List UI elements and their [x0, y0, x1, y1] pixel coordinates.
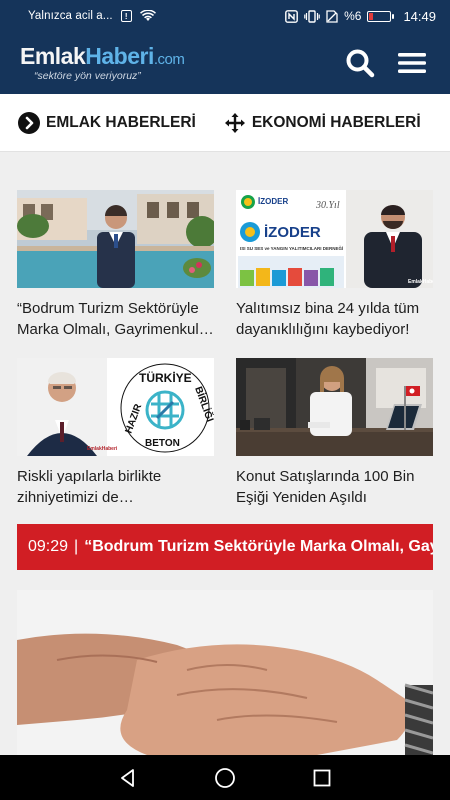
- search-icon: [346, 49, 375, 78]
- no-sim-icon: [326, 9, 338, 23]
- category-label: EKONOMİ HABERLERİ: [251, 113, 421, 131]
- app-header: EmlakHaberi.com “sektöre yön veriyoruz”: [0, 32, 450, 94]
- category-ekonomi[interactable]: EKONOMİ HABERLERİ: [224, 112, 421, 134]
- news-card-konut-satislari[interactable]: Konut Satışlarında 100 Bin Eşiği Yeniden…: [236, 358, 433, 508]
- article-title: “Bodrum Turizm Sektörüyle Marka Olmalı, …: [17, 300, 199, 338]
- article-title: Riskli yapılarla birlikte zihniyetimizi …: [17, 468, 162, 506]
- article-image: EmlakHaberi TÜRKİYE HAZIR BETON BİRLİĞİ: [17, 358, 214, 456]
- svg-text:EmlakHaberi: EmlakHaberi: [87, 446, 118, 452]
- news-card-izoder[interactable]: İZODER 30.Yıl İZODER ISI SU SES ve YANGI…: [236, 190, 433, 340]
- recents-square-icon: [313, 769, 331, 786]
- article-image: [17, 190, 214, 288]
- battery-icon: [367, 10, 395, 22]
- featured-article-image[interactable]: [17, 590, 433, 755]
- search-button[interactable]: [340, 43, 380, 83]
- clock: 14:49: [403, 8, 436, 24]
- logo-text-emlak: Emlak: [20, 42, 86, 69]
- article-title: Konut Satışlarında 100 Bin Eşiği Yeniden…: [236, 468, 415, 506]
- thb-arc-bottom-text: BETON: [145, 438, 180, 449]
- notification-badge-icon: !: [120, 10, 132, 22]
- logo-text-com: .com: [153, 50, 185, 68]
- category-nav: EMLAK HABERLERİ EKONOMİ HABERLERİ: [0, 94, 450, 152]
- thb-arc-top-text: TÜRKİYE: [139, 370, 192, 385]
- status-bar: Yalnızca acil a... ! %6 14:49: [0, 0, 450, 32]
- logo-text-haberi: Haberi: [85, 42, 154, 69]
- nfc-icon: [285, 9, 299, 23]
- battery-percent: %6: [344, 9, 362, 23]
- system-nav-bar: [0, 755, 450, 800]
- home-circle-icon: [215, 767, 235, 788]
- category-label: EMLAK HABERLERİ: [46, 113, 196, 131]
- vibrate-icon: [304, 9, 320, 23]
- ticker-time: 09:29: [28, 538, 69, 555]
- site-logo[interactable]: EmlakHaberi.com “sektöre yön veriyoruz”: [20, 42, 340, 82]
- breaking-news-ticker[interactable]: 09:29 | “Bodrum Turizm Sektörüyle Marka …: [17, 524, 433, 570]
- news-card-bodrum[interactable]: “Bodrum Turizm Sektörüyle Marka Olmalı, …: [17, 190, 214, 340]
- back-button[interactable]: [118, 768, 138, 788]
- izoder-subtitle-text: ISI SU SES ve YANGIN YALITIMCILARI DERNE…: [240, 244, 343, 251]
- recents-button[interactable]: [312, 768, 332, 788]
- izoder-anniversary-text: 30.Yıl: [315, 200, 340, 211]
- move-arrows-icon: [224, 112, 245, 133]
- menu-button[interactable]: [392, 43, 432, 83]
- ticker-separator: |: [74, 538, 79, 555]
- home-button[interactable]: [214, 767, 236, 789]
- article-image: İZODER 30.Yıl İZODER ISI SU SES ve YANGI…: [236, 190, 433, 288]
- news-card-riskli-yapilar[interactable]: EmlakHaberi TÜRKİYE HAZIR BETON BİRLİĞİ …: [17, 358, 214, 508]
- back-triangle-icon: [121, 768, 134, 787]
- article-title: Yalıtımsız bina 24 yılda tüm dayanıklılı…: [236, 300, 420, 338]
- hamburger-menu-icon: [398, 53, 426, 73]
- carrier-text: Yalnızca acil a...: [28, 10, 113, 22]
- svg-text:EmlakHaberi: EmlakHaberi: [408, 279, 433, 285]
- izoder-small-brand: İZODER: [258, 197, 288, 206]
- wifi-icon: [139, 10, 156, 21]
- category-emlak[interactable]: EMLAK HABERLERİ: [18, 111, 196, 134]
- circle-chevron-icon: [18, 111, 40, 134]
- ticker-headline: “Bodrum Turizm Sektörüyle Marka Olmalı, …: [84, 538, 433, 555]
- article-image: [236, 358, 433, 456]
- logo-slogan: “sektöre yön veriyoruz”: [34, 69, 141, 82]
- izoder-brand-text: İZODER: [264, 224, 321, 241]
